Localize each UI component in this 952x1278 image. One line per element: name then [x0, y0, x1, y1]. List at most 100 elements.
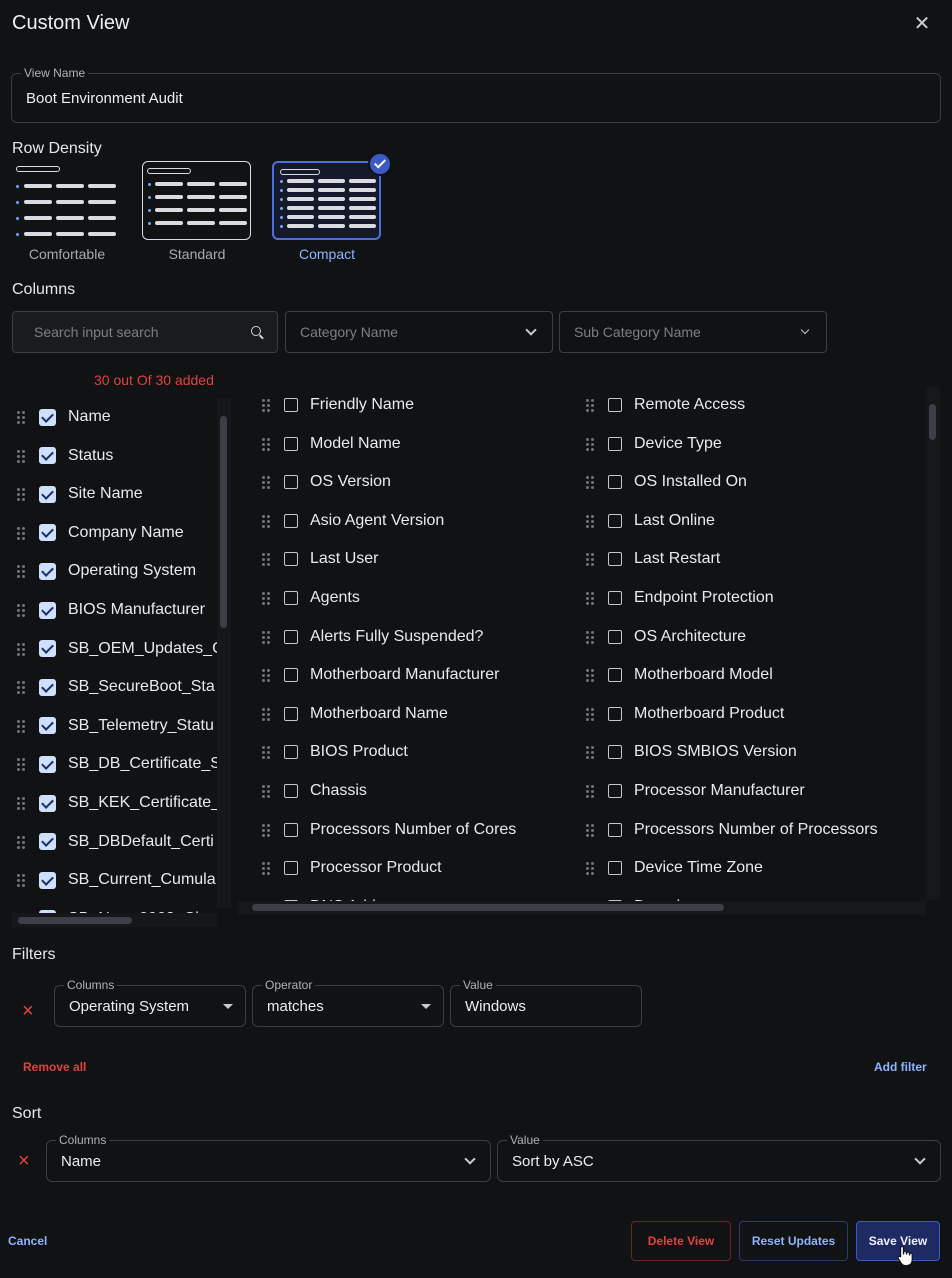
- selected-column-item[interactable]: Site Name: [17, 479, 217, 509]
- available-column-item[interactable]: Motherboard Product: [586, 699, 926, 729]
- drag-handle-icon[interactable]: [17, 642, 27, 656]
- checkbox[interactable]: [284, 822, 298, 837]
- checkbox[interactable]: [608, 822, 622, 837]
- checkbox[interactable]: [608, 591, 622, 605]
- cancel-button[interactable]: Cancel: [8, 1234, 47, 1248]
- drag-handle-icon[interactable]: [17, 796, 27, 810]
- available-column-item[interactable]: OS Installed On: [586, 467, 926, 497]
- selected-column-item[interactable]: Name: [17, 402, 217, 432]
- filter-operator-select[interactable]: Operator matches: [252, 978, 444, 1027]
- selected-column-item[interactable]: Status: [17, 441, 217, 471]
- checkbox[interactable]: [284, 745, 298, 760]
- checkbox[interactable]: [608, 706, 622, 721]
- reset-updates-button[interactable]: Reset Updates: [739, 1221, 848, 1261]
- remove-all-filters-link[interactable]: Remove all: [23, 1060, 86, 1074]
- checkbox-checked[interactable]: [39, 601, 56, 619]
- selected-column-item[interactable]: SB_DBDefault_Certi: [17, 827, 217, 857]
- drag-handle-icon[interactable]: [17, 873, 27, 888]
- available-column-item[interactable]: BIOS Product: [262, 737, 582, 767]
- checkbox[interactable]: [284, 552, 298, 567]
- available-column-item[interactable]: Friendly Name: [262, 390, 582, 420]
- drag-handle-icon[interactable]: [17, 526, 27, 540]
- checkbox[interactable]: [284, 513, 298, 528]
- available-column-item[interactable]: Device Time Zone: [586, 853, 926, 883]
- available-column-item[interactable]: Processor Manufacturer: [586, 776, 926, 806]
- view-name-field[interactable]: View Name Boot Environment Audit: [11, 66, 941, 123]
- checkbox-checked[interactable]: [39, 408, 56, 426]
- selected-column-item[interactable]: Operating System: [17, 556, 217, 586]
- selected-column-item[interactable]: SB_DB_Certificate_S: [17, 749, 217, 779]
- available-column-item[interactable]: OS Version: [262, 467, 582, 497]
- drag-handle-icon[interactable]: [586, 707, 596, 721]
- selected-column-item[interactable]: SB_SecureBoot_Sta: [17, 672, 217, 702]
- drag-handle-icon[interactable]: [586, 784, 596, 798]
- available-column-item[interactable]: Motherboard Manufacturer: [262, 660, 582, 690]
- drag-handle-icon[interactable]: [17, 835, 27, 849]
- drag-handle-icon[interactable]: [262, 745, 272, 760]
- available-column-item[interactable]: Endpoint Protection: [586, 583, 926, 613]
- remove-sort-icon[interactable]: ×: [18, 1151, 30, 1171]
- drag-handle-icon[interactable]: [17, 680, 27, 695]
- selected-column-item[interactable]: SB_OEM_Updates_C: [17, 634, 217, 664]
- drag-handle-icon[interactable]: [586, 514, 596, 528]
- drag-handle-icon[interactable]: [586, 591, 596, 605]
- available-column-item[interactable]: Chassis: [262, 776, 582, 806]
- available-column-item[interactable]: BIOS SMBIOS Version: [586, 737, 926, 767]
- drag-handle-icon[interactable]: [17, 603, 27, 617]
- checkbox[interactable]: [608, 398, 622, 412]
- checkbox[interactable]: [608, 552, 622, 567]
- checkbox[interactable]: [608, 745, 622, 760]
- checkbox[interactable]: [284, 629, 298, 644]
- checkbox-checked[interactable]: [39, 871, 56, 889]
- drag-handle-icon[interactable]: [262, 591, 272, 605]
- drag-handle-icon[interactable]: [586, 437, 596, 451]
- sort-column-select[interactable]: Columns Name: [46, 1133, 491, 1182]
- selected-column-item[interactable]: SB_Current_Cumula: [17, 865, 217, 895]
- density-option-standard[interactable]: Standard: [132, 160, 262, 265]
- checkbox[interactable]: [608, 513, 622, 528]
- delete-view-button[interactable]: Delete View: [631, 1221, 731, 1261]
- drag-handle-icon[interactable]: [262, 630, 272, 644]
- checkbox-checked[interactable]: [39, 717, 56, 735]
- checkbox[interactable]: [284, 436, 298, 451]
- checkbox[interactable]: [284, 784, 298, 798]
- checkbox[interactable]: [608, 436, 622, 451]
- available-column-item[interactable]: Processors Number of Processors: [586, 815, 926, 845]
- checkbox-checked[interactable]: [39, 678, 56, 696]
- drag-handle-icon[interactable]: [586, 745, 596, 760]
- drag-handle-icon[interactable]: [17, 487, 27, 502]
- drag-handle-icon[interactable]: [586, 552, 596, 567]
- remove-filter-icon[interactable]: ×: [22, 1001, 34, 1021]
- filter-column-select[interactable]: Columns Operating System: [54, 978, 246, 1027]
- available-column-item[interactable]: OS Architecture: [586, 622, 926, 652]
- checkbox-checked[interactable]: [39, 755, 56, 773]
- drag-handle-icon[interactable]: [586, 630, 596, 644]
- drag-handle-icon[interactable]: [262, 707, 272, 721]
- drag-handle-icon[interactable]: [262, 437, 272, 451]
- column-search-input[interactable]: Search input search: [12, 311, 278, 353]
- drag-handle-icon[interactable]: [17, 757, 27, 772]
- checkbox-checked[interactable]: [39, 833, 56, 851]
- available-column-item[interactable]: Asio Agent Version: [262, 506, 582, 536]
- checkbox-checked[interactable]: [39, 447, 56, 465]
- category-select[interactable]: Category Name: [285, 311, 553, 353]
- checkbox-checked[interactable]: [39, 524, 56, 542]
- checkbox[interactable]: [608, 784, 622, 798]
- checkbox[interactable]: [608, 668, 622, 683]
- drag-handle-icon[interactable]: [262, 398, 272, 412]
- available-column-item[interactable]: Processor Product: [262, 853, 582, 883]
- selected-list-scrollbar[interactable]: [217, 398, 231, 908]
- close-icon[interactable]: ✕: [910, 12, 934, 36]
- selected-column-item[interactable]: SB_KEK_Certificate_: [17, 788, 217, 818]
- filter-value-input[interactable]: Value Windows: [450, 978, 642, 1027]
- checkbox[interactable]: [284, 668, 298, 683]
- checkbox[interactable]: [284, 706, 298, 721]
- drag-handle-icon[interactable]: [262, 668, 272, 683]
- checkbox[interactable]: [608, 629, 622, 644]
- available-column-item[interactable]: Last Online: [586, 506, 926, 536]
- selected-column-item[interactable]: SB_Telemetry_Statu: [17, 711, 217, 741]
- available-column-item[interactable]: Motherboard Model: [586, 660, 926, 690]
- density-option-compact[interactable]: Compact: [262, 152, 392, 265]
- available-column-item[interactable]: Agents: [262, 583, 582, 613]
- drag-handle-icon[interactable]: [17, 564, 27, 579]
